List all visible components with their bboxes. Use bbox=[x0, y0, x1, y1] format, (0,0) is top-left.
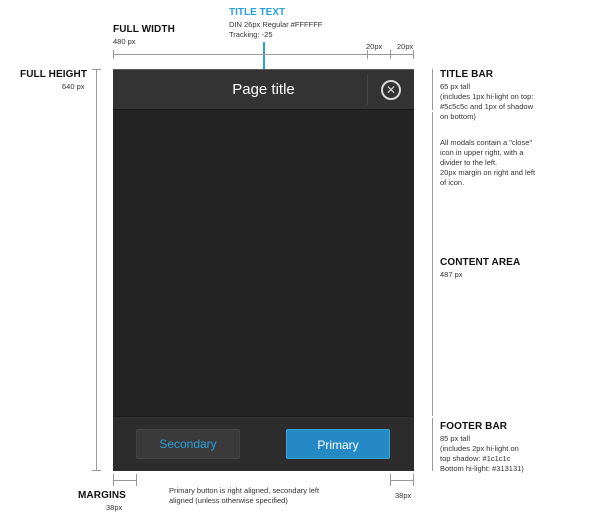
title-bar-spec-3: #5c5c5c and 1px of shadow bbox=[440, 102, 533, 111]
footer-bar: Secondary Primary bbox=[113, 416, 414, 471]
title-bar-spec-2: (includes 1px hi-light on top: bbox=[440, 92, 534, 101]
close-note-5: of icon. bbox=[440, 178, 465, 187]
full-width-dimension-line bbox=[113, 54, 414, 55]
margin-left-tick-b bbox=[136, 474, 137, 486]
content-area-value: 487 px bbox=[440, 270, 463, 279]
full-height-dimension-line bbox=[96, 69, 97, 471]
title-bar-divider bbox=[367, 75, 368, 105]
full-height-value: 640 px bbox=[62, 82, 85, 91]
footer-bar-heading: FOOTER BAR bbox=[440, 421, 508, 432]
footer-bar-spec-3: top shadow: #1c1c1c bbox=[440, 454, 511, 463]
primary-button[interactable]: Primary bbox=[286, 429, 390, 459]
close-note-1: All modals contain a "close" bbox=[440, 138, 533, 147]
content-area bbox=[113, 110, 414, 416]
page-title: Page title bbox=[232, 81, 295, 98]
title-text-spec-2: Tracking: -25 bbox=[229, 30, 273, 39]
margin-right-tick-b bbox=[413, 474, 414, 486]
title-bar-bracket bbox=[432, 69, 433, 110]
close-note-2: icon in upper right, with a bbox=[440, 148, 524, 157]
spacing-label-a: 20px bbox=[366, 42, 383, 51]
full-height-heading: FULL HEIGHT bbox=[20, 69, 88, 80]
title-bar-spec-4: on bottom) bbox=[440, 112, 476, 121]
close-icon[interactable]: ✕ bbox=[381, 80, 401, 100]
footer-note-2: aligned (unless otherwise specified) bbox=[169, 496, 288, 505]
footer-note-1: Primary button is right aligned, seconda… bbox=[169, 486, 320, 495]
content-area-bracket bbox=[432, 112, 433, 416]
full-width-tick-left bbox=[113, 50, 114, 59]
content-area-heading: CONTENT AREA bbox=[440, 257, 521, 268]
full-height-tick-bottom bbox=[92, 470, 101, 471]
footer-bar-spec-4: Bottom hi-light: #313131) bbox=[440, 464, 524, 473]
title-bar: Page title ✕ bbox=[113, 69, 414, 110]
spacing-tick-b bbox=[390, 50, 391, 59]
margins-left-value: 38px bbox=[106, 503, 123, 512]
title-bar-spec-1: 65 px tall bbox=[440, 82, 471, 91]
title-bar-heading: TITLE BAR bbox=[440, 69, 494, 80]
margin-left-line bbox=[113, 480, 136, 481]
margins-heading: MARGINS bbox=[78, 490, 126, 501]
margin-right-line bbox=[390, 480, 413, 481]
full-width-heading: FULL WIDTH bbox=[113, 24, 175, 35]
close-note-4: 20px margin on right and left bbox=[440, 168, 536, 177]
modal: Page title ✕ Secondary Primary bbox=[113, 69, 414, 471]
footer-bar-bracket bbox=[432, 418, 433, 471]
secondary-button[interactable]: Secondary bbox=[136, 429, 240, 459]
footer-bar-spec-1: 85 px tall bbox=[440, 434, 471, 443]
footer-bar-spec-2: (includes 2px hi-light on bbox=[440, 444, 519, 453]
full-width-value: 480 px bbox=[113, 37, 136, 46]
close-note-3: divider to the left. bbox=[440, 158, 498, 167]
full-height-tick-top bbox=[92, 69, 101, 70]
title-text-spec-1: DIN 26px Regular #FFFFFF bbox=[229, 20, 323, 29]
title-text-heading: TITLE TEXT bbox=[229, 7, 286, 18]
margins-right-value: 38px bbox=[395, 491, 412, 500]
spacing-label-b: 20px bbox=[397, 42, 414, 51]
